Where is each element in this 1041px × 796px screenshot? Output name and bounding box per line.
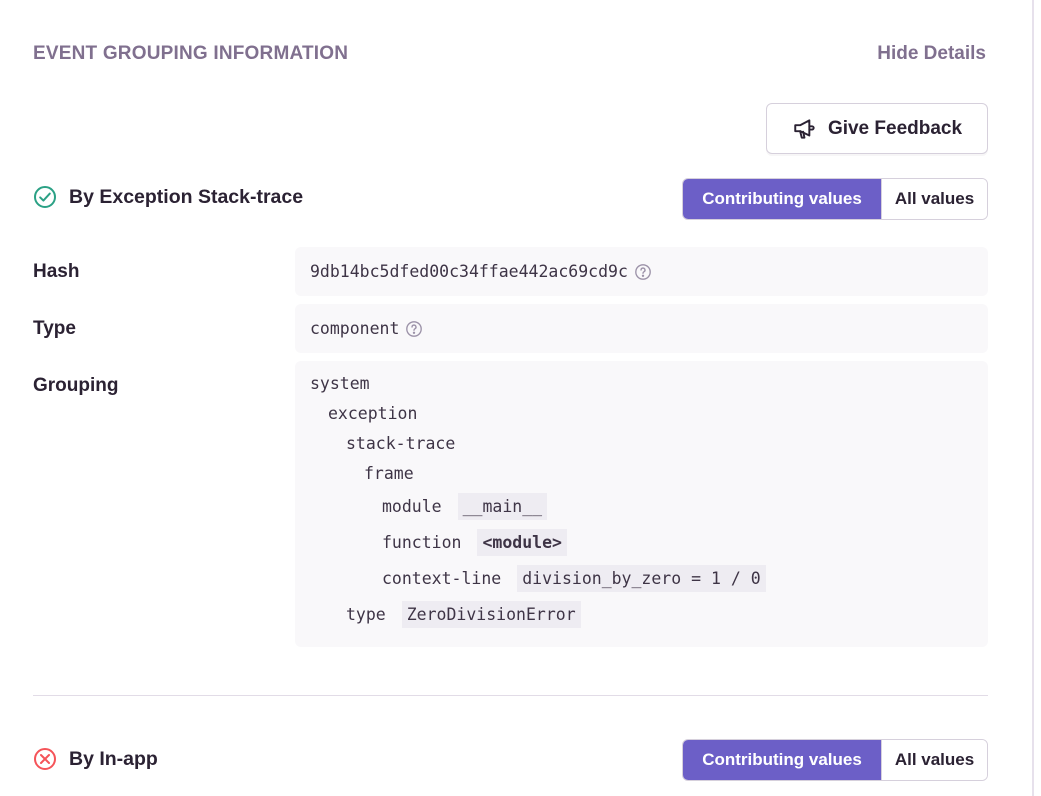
grouping-label: Grouping [33, 375, 119, 396]
tree-node-value: ZeroDivisionError [401, 601, 581, 628]
variant-header-exception-stacktrace: By Exception Stack-trace [33, 185, 303, 209]
tree-node-key: type [346, 605, 386, 624]
megaphone-icon [794, 118, 815, 139]
all-values-button[interactable]: All values [881, 740, 987, 780]
values-toggle-in-app: Contributing values All values [682, 739, 988, 781]
type-label: Type [33, 318, 76, 339]
tree-node-key: context-line [382, 569, 502, 588]
all-values-button[interactable]: All values [881, 179, 987, 219]
check-circle-icon [34, 186, 56, 208]
tree-node-value: division_by_zero = 1 / 0 [517, 565, 766, 592]
question-circle-icon[interactable] [405, 320, 423, 338]
give-feedback-label: Give Feedback [827, 117, 963, 139]
variant-title: By Exception Stack-trace [69, 185, 304, 208]
tree-node-label: exception [328, 404, 418, 423]
section-divider [33, 695, 988, 696]
hash-value: 9db14bc5dfed00c34ffae442ac69cd9c [310, 262, 628, 281]
variant-title: By In-app [69, 747, 158, 770]
tree-node-system: system [310, 374, 370, 393]
tree-node-label: frame [364, 464, 414, 483]
tree-node-key: function [382, 533, 462, 552]
tree-node-stacktrace: stack-trace [346, 434, 455, 453]
tree-node-label: system [310, 374, 370, 393]
tree-node-exception: exception [328, 404, 417, 423]
hash-label: Hash [33, 261, 80, 282]
grouping-tree-box: system exception stack-trace frame modul… [295, 361, 988, 647]
contributing-values-button[interactable]: Contributing values [683, 179, 881, 219]
hide-details-link[interactable]: Hide Details [877, 43, 986, 65]
tree-node-label: stack-trace [346, 434, 456, 453]
type-value: component [310, 319, 400, 338]
tree-node-key: module [382, 497, 442, 516]
x-circle-icon [34, 748, 56, 770]
tree-node-value: <module> [477, 529, 567, 556]
tree-node-value: __main__ [457, 493, 548, 520]
question-circle-icon[interactable] [634, 263, 652, 281]
section-title: EVENT GROUPING INFORMATION [33, 43, 349, 64]
tree-node-function: function <module> [382, 529, 567, 556]
tree-node-module: module __main__ [382, 493, 548, 520]
tree-node-context-line: context-line division_by_zero = 1 / 0 [382, 565, 766, 592]
give-feedback-button[interactable]: Give Feedback [766, 103, 988, 154]
tree-node-type: type ZeroDivisionError [346, 601, 581, 628]
type-value-box: component [295, 304, 988, 353]
values-toggle-exception: Contributing values All values [682, 178, 988, 220]
hash-value-box: 9db14bc5dfed00c34ffae442ac69cd9c [295, 247, 988, 296]
tree-node-frame: frame [364, 464, 414, 483]
contributing-values-button[interactable]: Contributing values [683, 740, 881, 780]
panel-right-border [1032, 0, 1034, 796]
variant-header-in-app: By In-app [33, 747, 158, 771]
